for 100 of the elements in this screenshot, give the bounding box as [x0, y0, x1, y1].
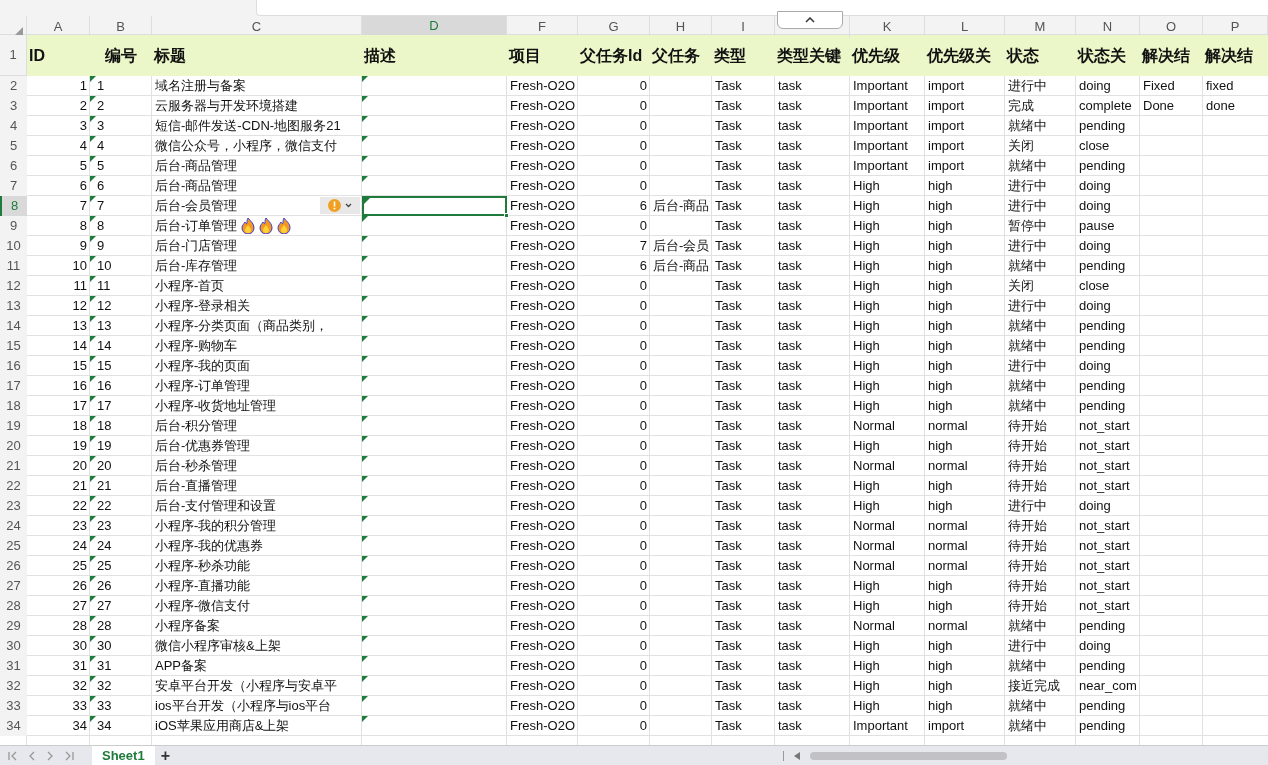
corner-marker-icon: [90, 556, 96, 562]
table-cell-text: high: [928, 397, 953, 415]
table-cell-text: pending: [1079, 117, 1126, 135]
table-cell-text: pause: [1079, 217, 1115, 235]
row-header[interactable]: 28: [0, 596, 27, 616]
table-cell-text: high: [928, 477, 953, 495]
table-cell-text: 完成: [1008, 97, 1034, 115]
table-cell-text: import: [928, 717, 965, 735]
table-cell-text: Fresh-O2O: [510, 497, 575, 515]
corner-marker-icon: [90, 456, 96, 462]
table-cell-text: 进行中: [1008, 197, 1047, 215]
row-header[interactable]: 5: [0, 136, 27, 156]
row-header[interactable]: 8: [0, 196, 27, 216]
scrollbar-thumb[interactable]: [810, 751, 1007, 760]
table-cell-text: Fresh-O2O: [510, 297, 575, 315]
row-header[interactable]: 34: [0, 716, 27, 736]
row-header[interactable]: 22: [0, 476, 27, 496]
table-cell-text: 19: [72, 437, 87, 455]
row-header[interactable]: 12: [0, 276, 27, 296]
table-cell-text: task: [778, 357, 802, 375]
column-header[interactable]: D: [362, 16, 507, 38]
table-cell-text: high: [928, 357, 953, 375]
table-cell-text: 0: [639, 457, 647, 475]
row-header[interactable]: 10: [0, 236, 27, 256]
select-all-icon[interactable]: [15, 26, 23, 35]
caret-icon: [345, 203, 352, 208]
row-header[interactable]: 33: [0, 696, 27, 716]
table-cell-text: 待开始: [1008, 517, 1047, 535]
row-header[interactable]: 18: [0, 396, 27, 416]
table-cell-text: High: [853, 197, 880, 215]
first-sheet-icon[interactable]: [8, 750, 18, 761]
row-header[interactable]: 19: [0, 416, 27, 436]
table-cell-text: 0: [639, 537, 647, 555]
row-header[interactable]: 27: [0, 576, 27, 596]
table-cell-text: task: [778, 397, 802, 415]
corner-marker-icon: [90, 276, 96, 282]
row-header[interactable]: 7: [0, 176, 27, 196]
table-cell-text: pending: [1079, 337, 1126, 355]
column-title: 状态关: [1078, 45, 1126, 66]
table-cell-text: 接近完成: [1008, 677, 1060, 695]
row-header[interactable]: 17: [0, 376, 27, 396]
table-cell-text: task: [778, 197, 802, 215]
last-sheet-icon[interactable]: [64, 750, 74, 761]
table-cell-text: 13: [97, 317, 112, 335]
table-cell-text: high: [928, 197, 953, 215]
row-header[interactable]: 32: [0, 676, 27, 696]
row-header[interactable]: 11: [0, 256, 27, 276]
corner-marker-icon: [362, 496, 368, 502]
row-header[interactable]: 20: [0, 436, 27, 456]
row-header[interactable]: 13: [0, 296, 27, 316]
table-cell-text: 9: [97, 237, 105, 255]
row-header[interactable]: 26: [0, 556, 27, 576]
row-header[interactable]: 16: [0, 356, 27, 376]
row-header[interactable]: 24: [0, 516, 27, 536]
row-header[interactable]: 1: [0, 35, 27, 76]
table-cell-text: High: [853, 437, 880, 455]
scroll-left-icon[interactable]: [794, 751, 800, 760]
row-header[interactable]: 4: [0, 116, 27, 136]
row-header[interactable]: 29: [0, 616, 27, 636]
sheet-tab[interactable]: Sheet1: [92, 745, 155, 765]
row-header[interactable]: 23: [0, 496, 27, 516]
corner-marker-icon: [362, 116, 368, 122]
table-cell-text: Fresh-O2O: [510, 237, 575, 255]
previous-sheet-icon[interactable]: [28, 750, 36, 761]
table-cell-text: task: [778, 217, 802, 235]
table-cell-text: near_com: [1079, 677, 1137, 695]
table-cell-text: Fresh-O2O: [510, 157, 575, 175]
table-cell-text: not_start: [1079, 577, 1130, 595]
row-header[interactable]: 3: [0, 96, 27, 116]
row-header[interactable]: 14: [0, 316, 27, 336]
row-header[interactable]: 6: [0, 156, 27, 176]
row-header[interactable]: 9: [0, 216, 27, 236]
table-cell-text: close: [1079, 137, 1110, 155]
table-cell-text: task: [778, 337, 802, 355]
row-header[interactable]: 30: [0, 636, 27, 656]
expand-column-tab[interactable]: [777, 11, 843, 29]
table-cell-text: 小程序-分类页面（商品类别，: [155, 317, 329, 335]
corner-marker-icon: [362, 636, 368, 642]
fill-handle[interactable]: [504, 212, 509, 218]
row-header[interactable]: 25: [0, 536, 27, 556]
table-cell-text: Fresh-O2O: [510, 617, 575, 635]
next-sheet-icon[interactable]: [46, 750, 54, 761]
table-cell-text: high: [928, 637, 953, 655]
table-cell-text: task: [778, 377, 802, 395]
row-header[interactable]: 2: [0, 76, 27, 96]
table-cell-text: 安卓平台开发（小程序与安卓平: [155, 677, 337, 695]
row-header[interactable]: 21: [0, 456, 27, 476]
selected-cell[interactable]: [362, 196, 507, 216]
add-sheet-button[interactable]: +: [160, 747, 170, 764]
table-cell-text: High: [853, 277, 880, 295]
table-cell-text: task: [778, 597, 802, 615]
row-header[interactable]: 31: [0, 656, 27, 676]
table-cell-text: doing: [1079, 197, 1111, 215]
table-cell-text: High: [853, 297, 880, 315]
row-header[interactable]: 15: [0, 336, 27, 356]
table-cell-text: task: [778, 77, 802, 95]
corner-marker-icon: [90, 256, 96, 262]
error-check-button[interactable]: [320, 197, 360, 214]
table-cell-text: 31: [97, 657, 112, 675]
table-cell-text: 14: [97, 337, 112, 355]
